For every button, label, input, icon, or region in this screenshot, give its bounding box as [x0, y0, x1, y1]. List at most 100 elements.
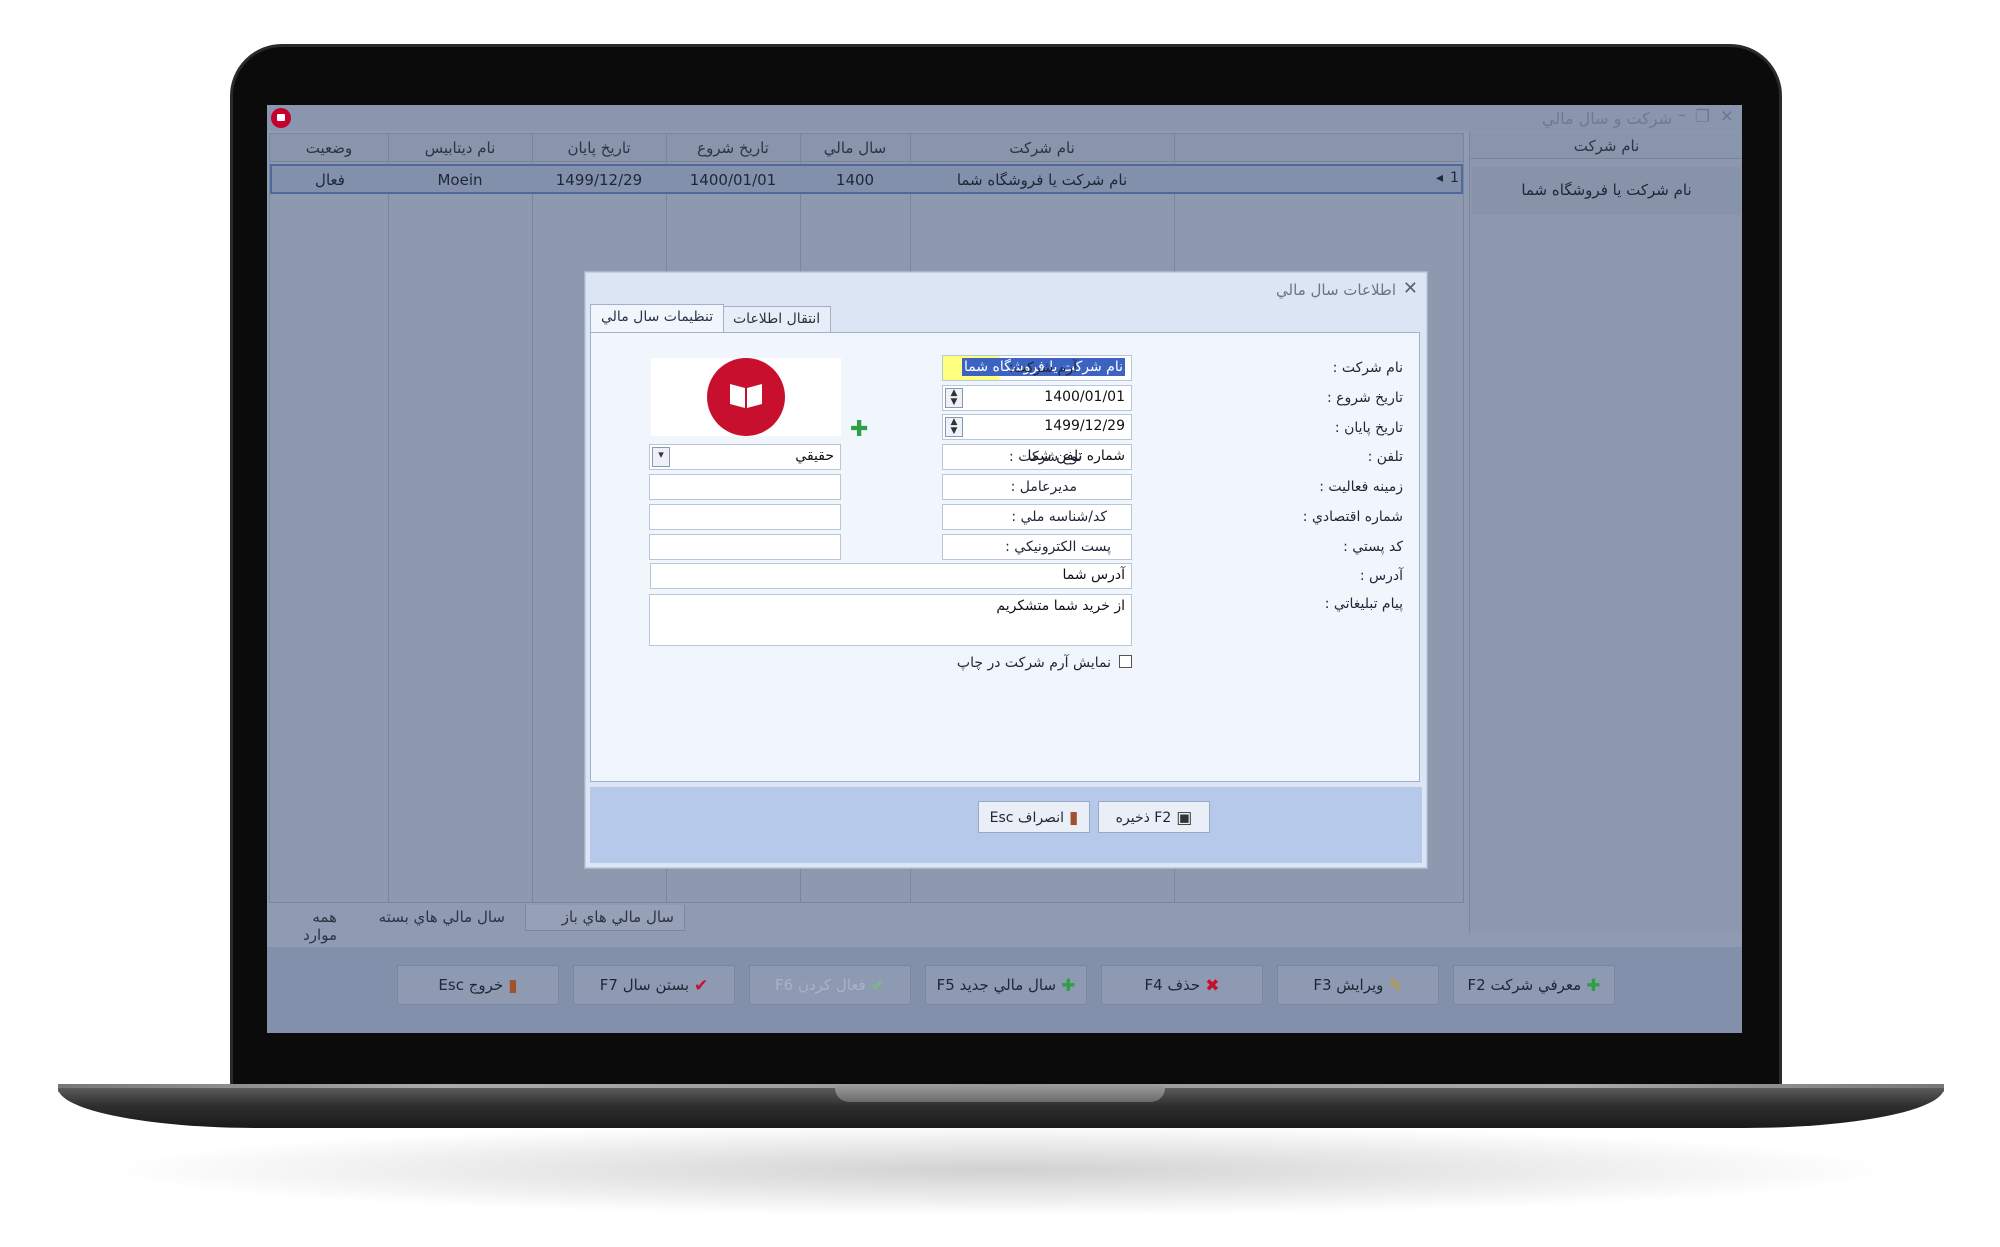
window-title: شركت و سال مالي	[1541, 109, 1672, 128]
company-type-select[interactable]: حقيقي ▾	[649, 444, 841, 470]
date-spinner-icon[interactable]: ▲ ▼	[945, 388, 963, 408]
activate-label: فعال كردن F6	[775, 976, 866, 994]
company-list-item[interactable]: نام شرکت یا فروشگاه شما	[1472, 167, 1741, 215]
end-date-label: تاريخ پايان :	[1334, 420, 1403, 436]
grid-divider	[388, 134, 389, 904]
national-id-input[interactable]	[649, 504, 841, 530]
company-type-value: حقيقي	[795, 448, 834, 464]
save-button[interactable]: ▣F2 ذخيره	[1098, 801, 1210, 833]
cell-database: Moein	[437, 171, 483, 189]
delete-button[interactable]: ✖حذف F4	[1101, 965, 1263, 1005]
cancel-button[interactable]: ▮ انصراف Esc	[978, 801, 1090, 833]
company-panel: نام شركت نام شرکت یا فروشگاه شما	[1469, 131, 1742, 933]
manager-input[interactable]	[649, 474, 841, 500]
save-label: F2 ذخيره	[1115, 810, 1172, 826]
laptop-notch	[835, 1086, 1165, 1102]
company-type-label: نوع شركت :	[1009, 449, 1082, 465]
activity-label: زمينه فعاليت :	[1319, 479, 1403, 495]
company-logo-box[interactable]	[651, 358, 841, 436]
header-start-date[interactable]: تاريخ شروع	[666, 139, 800, 157]
cell-start-date: 1400/01/01	[689, 171, 777, 189]
app-logo-icon	[271, 108, 291, 128]
close-icon[interactable]: ✕	[1720, 107, 1734, 127]
economic-no-label: شماره اقتصادي :	[1302, 509, 1403, 525]
edit-label: ويرايش F3	[1313, 976, 1384, 994]
phone-label: تلفن :	[1367, 449, 1403, 465]
new-year-button[interactable]: ✚سال مالي جديد F5	[925, 965, 1087, 1005]
introduce-company-button[interactable]: ✚معرفي شركت F2	[1453, 965, 1615, 1005]
end-date-value: 1499/12/29	[1044, 418, 1125, 434]
book-icon	[707, 358, 785, 436]
address-label: آدرس :	[1359, 568, 1403, 584]
start-date-label: تاريخ شروع :	[1326, 390, 1403, 406]
ad-message-textarea[interactable]: از خريد شما متشكريم	[649, 594, 1132, 646]
exit-button[interactable]: ▮خروج Esc	[397, 965, 559, 1005]
x-icon: ✖	[1205, 976, 1220, 996]
bottom-toolbar: ✚معرفي شركت F2 ✎ويرايش F3 ✖حذف F4 ✚سال م…	[267, 947, 1742, 1033]
tab-settings[interactable]: تنظيمات سال مالي	[590, 304, 725, 332]
restore-icon[interactable]: ❐	[1695, 107, 1710, 127]
cell-end-date: 1499/12/29	[555, 171, 643, 189]
manager-label: مديرعامل :	[1010, 479, 1077, 495]
cell-status: فعال	[315, 171, 345, 189]
header-company[interactable]: نام شركت	[910, 139, 1174, 157]
email-input[interactable]	[649, 534, 841, 560]
cell-company: نام شرکت یا فروشگاه شما	[956, 171, 1128, 189]
dialog-title: اطلاعات سال مالي	[1276, 281, 1396, 299]
row-index: 1	[1450, 170, 1459, 186]
add-logo-plus-icon[interactable]: ✚	[850, 417, 868, 442]
close-year-button[interactable]: ✔ بستن سال F7	[573, 965, 735, 1005]
cancel-label: انصراف Esc	[989, 810, 1064, 826]
close-icon[interactable]: ✕	[1403, 278, 1418, 299]
cell-fiscal-year: 1400	[835, 171, 875, 189]
header-database[interactable]: نام ديتابيس	[388, 139, 532, 157]
start-date-input[interactable]: 1400/01/01 ▲ ▼	[942, 385, 1132, 411]
laptop-shadow	[120, 1125, 1880, 1215]
end-date-input[interactable]: 1499/12/29 ▲ ▼	[942, 414, 1132, 440]
close-year-label: بستن سال F7	[599, 976, 689, 994]
pencil-icon: ✎	[1388, 976, 1403, 996]
delete-label: حذف F4	[1144, 976, 1201, 994]
dialog-footer: ▣F2 ذخيره ▮ انصراف Esc	[590, 787, 1422, 863]
row-pointer-icon: ◂	[1436, 170, 1444, 186]
tab-open-years[interactable]: سال مالي هاي باز	[525, 905, 685, 931]
check-icon: ✔	[870, 976, 885, 996]
plus-icon: ✚	[1586, 976, 1601, 996]
national-id-label: كد/شناسه ملي :	[1011, 509, 1107, 525]
floppy-icon: ▣	[1176, 808, 1193, 828]
header-status[interactable]: وضعيت	[270, 139, 388, 157]
header-fiscal-year[interactable]: سال مالي	[800, 139, 910, 157]
minimize-icon[interactable]: –	[1678, 105, 1687, 125]
grid-divider	[532, 134, 533, 904]
introduce-company-label: معرفي شركت F2	[1467, 976, 1582, 994]
new-year-label: سال مالي جديد F5	[936, 976, 1057, 994]
edit-button[interactable]: ✎ويرايش F3	[1277, 965, 1439, 1005]
header-end-date[interactable]: تاريخ پايان	[532, 139, 666, 157]
show-logo-label: نمايش آرم شركت در چاپ	[956, 655, 1111, 671]
postal-code-label: كد پستي :	[1343, 539, 1403, 555]
activate-button[interactable]: ✔فعال كردن F6	[749, 965, 911, 1005]
start-date-value: 1400/01/01	[1044, 389, 1125, 405]
plus-icon: ✚	[1061, 976, 1076, 996]
address-input[interactable]: آدرس شما	[650, 563, 1132, 589]
stage: شركت و سال مالي ✕ ❐ – وضعيت نام ديتابيس …	[0, 0, 2000, 1247]
door-icon: ▮	[1069, 808, 1079, 828]
tab-transfer[interactable]: انتقال اطلاعات	[722, 306, 832, 332]
book-shape	[730, 384, 762, 408]
show-logo-checkbox[interactable]	[1119, 655, 1132, 668]
email-label: پست الكترونيكي :	[1005, 539, 1111, 555]
fiscal-year-dialog: ✕ اطلاعات سال مالي انتقال اطلاعات تنظيما…	[585, 272, 1427, 868]
door-icon: ▮	[508, 976, 518, 996]
date-spinner-icon[interactable]: ▲ ▼	[945, 417, 963, 437]
year-filter-tabs: همه موارد سال مالي هاي بسته سال مالي هاي…	[267, 903, 1467, 944]
tab-closed-years[interactable]: سال مالي هاي بسته	[357, 905, 515, 931]
logo-label: آرم شركت:	[1008, 360, 1077, 376]
chevron-down-icon[interactable]: ▾	[652, 447, 670, 467]
table-row[interactable]: فعال Moein 1499/12/29 1400/01/01 1400 نا…	[270, 164, 1463, 194]
tab-all[interactable]: همه موارد	[267, 905, 347, 944]
company-panel-header: نام شركت	[1470, 133, 1742, 159]
company-name-label: نام شركت :	[1332, 360, 1403, 376]
title-bar: شركت و سال مالي ✕ ❐ –	[267, 105, 1742, 131]
check-icon: ✔	[694, 976, 709, 996]
exit-label: خروج Esc	[438, 976, 504, 994]
